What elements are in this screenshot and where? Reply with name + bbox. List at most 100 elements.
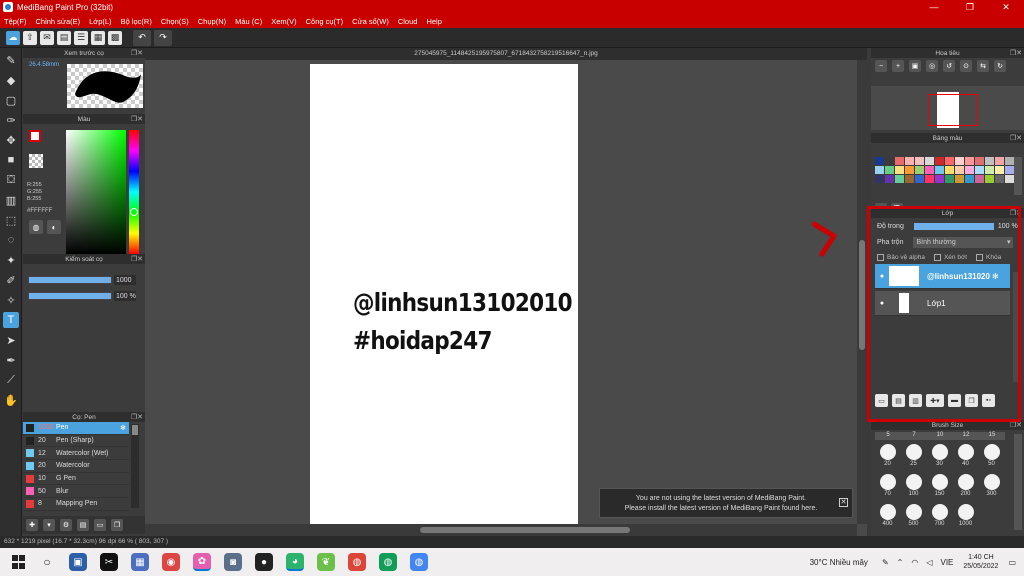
operation-tool-icon[interactable]: ➤: [3, 332, 19, 348]
palette-swatch[interactable]: [965, 175, 974, 183]
select-tool-icon[interactable]: ⬚: [3, 212, 19, 228]
brush-item-watercolor-wet[interactable]: 12 Watercolor (Wet): [23, 447, 129, 461]
flip-icon[interactable]: ⇆: [977, 60, 989, 72]
palette-swatch[interactable]: [945, 175, 954, 183]
palette-swatch[interactable]: [935, 157, 944, 165]
palette-swatch[interactable]: [875, 166, 884, 174]
palette-swatch[interactable]: [885, 166, 894, 174]
layer-item-layer1[interactable]: ● Lớp1: [875, 291, 1010, 316]
navigator-thumbnail[interactable]: [871, 86, 1024, 130]
brush-item-blur[interactable]: 50 Blur: [23, 485, 129, 499]
lasso-tool-icon[interactable]: ◌: [3, 232, 19, 248]
brush-item-watercolor[interactable]: 20 Watercolor: [23, 460, 129, 473]
palette-swatch[interactable]: [885, 157, 894, 165]
palette-swatch[interactable]: [895, 175, 904, 183]
document-tab[interactable]: 275045975_1148425195975807_6718432758219…: [145, 48, 867, 60]
brush-folder-icon[interactable]: ▾: [43, 519, 55, 531]
palette-swatch[interactable]: [985, 166, 994, 174]
brush-list-scrollbar[interactable]: [131, 424, 139, 508]
store-app-icon[interactable]: ▣: [69, 553, 87, 571]
new-folder-icon[interactable]: ▭: [94, 519, 106, 531]
zoom-out-icon[interactable]: −: [875, 60, 887, 72]
brush-size-cell[interactable]: 700: [927, 502, 952, 532]
hand-tool-icon[interactable]: ✋: [3, 392, 19, 408]
brush-size-cell[interactable]: 1000: [953, 502, 978, 532]
share-icon[interactable]: ⇧: [23, 30, 37, 45]
layer-opacity-slider[interactable]: [913, 222, 994, 230]
layer-visibility-icon[interactable]: ●: [875, 273, 889, 280]
chrome-profile-app-icon[interactable]: ◍: [379, 553, 397, 571]
palette-swatch[interactable]: [995, 175, 1004, 183]
palette-swatch[interactable]: [975, 157, 984, 165]
calculator-app-icon[interactable]: ▦: [131, 553, 149, 571]
divide-tool-icon[interactable]: ⟋: [3, 372, 19, 388]
palette-swatch[interactable]: [1005, 157, 1014, 165]
clipping-checkbox[interactable]: Xén bớt: [933, 253, 967, 261]
eyedropper-tool-icon[interactable]: ✒: [3, 352, 19, 368]
bucket-tool-icon[interactable]: ⛋: [3, 172, 19, 188]
language-indicator[interactable]: VIE: [940, 558, 953, 567]
palette-swatch[interactable]: [995, 157, 1004, 165]
menu-tools[interactable]: Công cụ(T): [306, 17, 344, 26]
brush-size-cell[interactable]: 400: [875, 502, 900, 532]
document-icon[interactable]: ▦: [91, 30, 105, 45]
menu-layer[interactable]: Lớp(L): [89, 17, 111, 26]
palette-swatch[interactable]: [895, 166, 904, 174]
palette-swatch[interactable]: [915, 157, 924, 165]
panel-controls-icon[interactable]: ❐✕: [131, 413, 143, 421]
leaf-app-icon[interactable]: ❦: [317, 553, 335, 571]
fill-shape-tool-icon[interactable]: ■: [3, 152, 19, 168]
palette-swatch[interactable]: [1005, 175, 1014, 183]
page-list-icon[interactable]: ☰: [74, 30, 88, 45]
brush-size-cell[interactable]: 30: [927, 442, 952, 472]
palette-swatch[interactable]: [975, 175, 984, 183]
brush-opacity-slider[interactable]: [28, 292, 112, 300]
palette-swatch[interactable]: [955, 166, 964, 174]
brush-options-icon[interactable]: ⚙: [60, 519, 72, 531]
windows-start-icon[interactable]: [12, 555, 26, 569]
brush-size-slider[interactable]: [28, 276, 112, 284]
comment-icon[interactable]: ✉: [40, 30, 54, 45]
palette-swatch[interactable]: [925, 157, 934, 165]
redo-icon[interactable]: ↷: [154, 29, 172, 46]
select-eraser-tool-icon[interactable]: ✧: [3, 292, 19, 308]
brush-size-cell[interactable]: 40: [953, 442, 978, 472]
text-tool-icon[interactable]: T: [3, 312, 19, 328]
duplicate-layer-icon[interactable]: ❐: [965, 394, 978, 407]
add-brush-icon[interactable]: ✚: [26, 519, 38, 531]
eraser-tool-icon[interactable]: ◆: [3, 72, 19, 88]
palette-swatch[interactable]: [985, 175, 994, 183]
palette-swatch[interactable]: [935, 175, 944, 183]
layer-visibility-icon[interactable]: ●: [875, 300, 889, 307]
palette-swatch[interactable]: [875, 175, 884, 183]
palette-swatch[interactable]: [955, 175, 964, 183]
zoom-actual-icon[interactable]: ◎: [926, 60, 938, 72]
color-sliders-icon[interactable]: ◐: [47, 220, 61, 234]
palette-swatch[interactable]: [965, 157, 974, 165]
pen-tool-icon[interactable]: ✑: [3, 112, 19, 128]
palette-swatch[interactable]: [905, 175, 914, 183]
hue-slider[interactable]: [129, 130, 139, 254]
update-notice[interactable]: You are not using the latest version of …: [599, 488, 853, 518]
brush-size-cell[interactable]: 25: [901, 442, 926, 472]
brush-size-cell[interactable]: 300: [979, 472, 1004, 502]
notification-icon[interactable]: ▭: [1008, 558, 1016, 567]
palette-swatch[interactable]: [965, 166, 974, 174]
menu-file[interactable]: Tệp(F): [4, 17, 27, 26]
panel-controls-icon[interactable]: ❐✕: [1010, 134, 1022, 142]
new-halftone-layer-icon[interactable]: ▤: [892, 394, 905, 407]
brush-opacity-value[interactable]: 100 %: [114, 291, 136, 301]
layer-scrollbar[interactable]: [1013, 272, 1021, 382]
canvas-horizontal-scrollbar[interactable]: [145, 524, 857, 536]
protect-alpha-checkbox[interactable]: Bảo vệ alpha: [877, 253, 925, 261]
brush-item-pen[interactable]: 1000 Pen ✻: [23, 422, 129, 435]
palette-swatch[interactable]: [985, 157, 994, 165]
search-icon[interactable]: ○: [38, 553, 56, 571]
reset-view-icon[interactable]: ⊙: [960, 60, 972, 72]
chrome-app-icon[interactable]: ◍: [348, 553, 366, 571]
tray-arrow-icon[interactable]: ⌃: [897, 558, 904, 567]
panel-controls-icon[interactable]: ❐✕: [1010, 49, 1022, 57]
brush-item-pen-sharp[interactable]: 20 Pen (Sharp): [23, 434, 129, 448]
panel-controls-icon[interactable]: ❐✕: [1010, 421, 1022, 429]
menu-help[interactable]: Help: [426, 17, 441, 26]
